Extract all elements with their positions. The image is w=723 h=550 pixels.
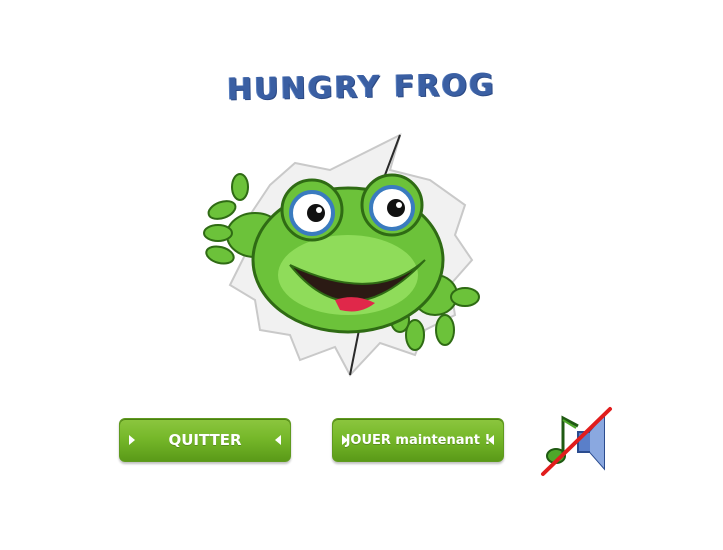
play-button-label: JOUER maintenant ! — [345, 432, 491, 448]
quit-button-label: QUITTER — [168, 431, 242, 449]
arrow-right-icon — [129, 435, 135, 445]
play-now-button[interactable]: JOUER maintenant ! — [332, 418, 504, 462]
arrow-right-icon — [342, 435, 348, 445]
sound-muted-icon[interactable] — [538, 404, 614, 478]
quit-button[interactable]: QUITTER — [119, 418, 291, 462]
game-title: HUNGRY FROG — [226, 67, 497, 108]
arrow-left-icon — [275, 435, 281, 445]
frog-mascot — [203, 133, 480, 377]
arrow-left-icon — [488, 435, 494, 445]
